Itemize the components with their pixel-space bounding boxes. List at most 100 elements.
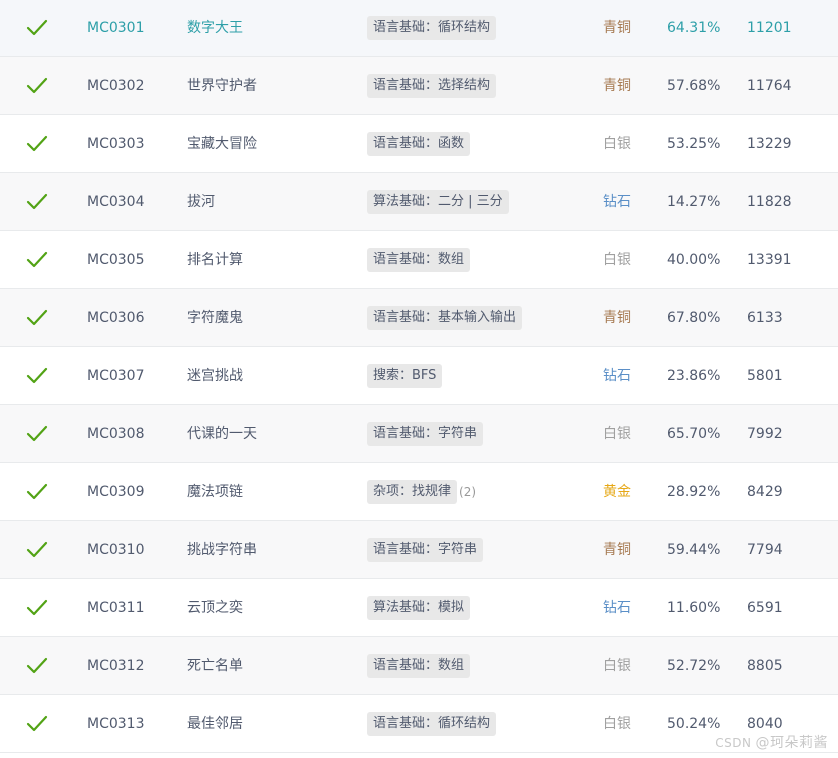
difficulty-level: 青铜 bbox=[603, 310, 631, 326]
problem-title[interactable]: 宝藏大冒险 bbox=[187, 115, 257, 173]
problem-id[interactable]: MC0304 bbox=[87, 173, 144, 231]
problem-tag[interactable]: 语言基础：字符串 bbox=[367, 422, 484, 446]
checkmark-icon bbox=[26, 483, 48, 500]
table-row[interactable]: MC0307 迷宫挑战 搜索：BFS 钻石 23.86% 5801 bbox=[0, 347, 838, 405]
problem-tag[interactable]: 杂项：找规律 bbox=[367, 480, 458, 504]
problem-tag-cell: 语言基础：基本输入输出 bbox=[367, 289, 523, 347]
problem-tag[interactable]: 语言基础：数组 bbox=[367, 248, 471, 272]
pass-rate: 67.80% bbox=[667, 310, 721, 326]
difficulty-level: 钻石 bbox=[603, 368, 631, 384]
problem-tag[interactable]: 语言基础：字符串 bbox=[367, 538, 484, 562]
table-row[interactable]: MC0311 云顶之奕 算法基础：模拟 钻石 11.60% 6591 bbox=[0, 579, 838, 637]
solved-status bbox=[26, 289, 50, 347]
solved-status bbox=[26, 173, 50, 231]
difficulty-level: 白银 bbox=[603, 426, 631, 442]
submission-count: 8429 bbox=[747, 484, 783, 500]
problem-id[interactable]: MC0309 bbox=[87, 463, 144, 521]
table-row[interactable]: MC0309 魔法项链 杂项：找规律 (2) 黄金 28.92% 8429 bbox=[0, 463, 838, 521]
submission-count: 11828 bbox=[747, 194, 792, 210]
problem-title[interactable]: 魔法项链 bbox=[187, 463, 243, 521]
problem-tag-cell: 算法基础：模拟 bbox=[367, 579, 471, 637]
checkmark-icon bbox=[26, 193, 48, 210]
difficulty-level: 钻石 bbox=[603, 194, 631, 210]
problem-tag[interactable]: 语言基础：数组 bbox=[367, 654, 471, 678]
checkmark-icon bbox=[26, 309, 48, 326]
problem-title[interactable]: 最佳邻居 bbox=[187, 695, 243, 753]
problem-tag-cell: 杂项：找规律 (2) bbox=[367, 463, 476, 521]
pass-rate: 65.70% bbox=[667, 426, 721, 442]
checkmark-icon bbox=[26, 367, 48, 384]
pass-rate: 53.25% bbox=[667, 136, 721, 152]
solved-status bbox=[26, 115, 50, 173]
problem-tag[interactable]: 语言基础：选择结构 bbox=[367, 74, 497, 98]
pass-rate: 52.72% bbox=[667, 658, 721, 674]
pass-rate: 11.60% bbox=[667, 600, 721, 616]
checkmark-icon bbox=[26, 77, 48, 94]
solved-status bbox=[26, 695, 50, 753]
problem-title[interactable]: 世界守护者 bbox=[187, 57, 257, 115]
problem-id[interactable]: MC0308 bbox=[87, 405, 144, 463]
table-row[interactable]: MC0310 挑战字符串 语言基础：字符串 青铜 59.44% 7794 bbox=[0, 521, 838, 579]
table-row[interactable]: MC0308 代课的一天 语言基础：字符串 白银 65.70% 7992 bbox=[0, 405, 838, 463]
problem-id[interactable]: MC0303 bbox=[87, 115, 144, 173]
problem-id[interactable]: MC0312 bbox=[87, 637, 144, 695]
problem-id[interactable]: MC0306 bbox=[87, 289, 144, 347]
problem-tag[interactable]: 算法基础：二分 | 三分 bbox=[367, 190, 509, 214]
table-row[interactable]: MC0302 世界守护者 语言基础：选择结构 青铜 57.68% 11764 bbox=[0, 57, 838, 115]
problem-id[interactable]: MC0313 bbox=[87, 695, 144, 753]
table-row[interactable]: MC0303 宝藏大冒险 语言基础：函数 白银 53.25% 13229 bbox=[0, 115, 838, 173]
problem-tag[interactable]: 搜索：BFS bbox=[367, 364, 443, 388]
checkmark-icon bbox=[26, 599, 48, 616]
tag-more-count[interactable]: (2) bbox=[459, 485, 476, 499]
problem-id[interactable]: MC0311 bbox=[87, 579, 144, 637]
watermark-author: @珂朵莉酱 bbox=[755, 735, 828, 751]
problem-id[interactable]: MC0310 bbox=[87, 521, 144, 579]
problem-tag-cell: 搜索：BFS bbox=[367, 347, 443, 405]
problem-title[interactable]: 数字大王 bbox=[187, 0, 243, 57]
problem-title[interactable]: 死亡名单 bbox=[187, 637, 243, 695]
problem-tag[interactable]: 语言基础：基本输入输出 bbox=[367, 306, 523, 330]
submission-count: 7992 bbox=[747, 426, 783, 442]
solved-status bbox=[26, 521, 50, 579]
problem-id[interactable]: MC0301 bbox=[87, 0, 144, 57]
problem-title[interactable]: 字符魔鬼 bbox=[187, 289, 243, 347]
problem-id[interactable]: MC0305 bbox=[87, 231, 144, 289]
problem-title[interactable]: 拔河 bbox=[187, 173, 215, 231]
pass-rate: 14.27% bbox=[667, 194, 721, 210]
pass-rate: 40.00% bbox=[667, 252, 721, 268]
difficulty-level: 白银 bbox=[603, 658, 631, 674]
watermark: CSDN @珂朵莉酱 bbox=[715, 732, 828, 752]
problem-tag[interactable]: 语言基础：函数 bbox=[367, 132, 471, 156]
difficulty-level: 青铜 bbox=[603, 542, 631, 558]
submission-count: 13391 bbox=[747, 252, 792, 268]
table-row[interactable]: MC0313 最佳邻居 语言基础：循环结构 白银 50.24% 8040 bbox=[0, 695, 838, 753]
solved-status bbox=[26, 347, 50, 405]
problem-id[interactable]: MC0307 bbox=[87, 347, 144, 405]
problem-table: MC0301 数字大王 语言基础：循环结构 青铜 64.31% 11201 MC0302 世界… bbox=[0, 0, 838, 758]
problem-tag[interactable]: 算法基础：模拟 bbox=[367, 596, 471, 620]
difficulty-level: 钻石 bbox=[603, 600, 631, 616]
checkmark-icon bbox=[26, 425, 48, 442]
problem-tag-cell: 语言基础：字符串 bbox=[367, 405, 484, 463]
solved-status bbox=[26, 579, 50, 637]
problem-title[interactable]: 挑战字符串 bbox=[187, 521, 257, 579]
submission-count: 6591 bbox=[747, 600, 783, 616]
problem-id[interactable]: MC0302 bbox=[87, 57, 144, 115]
table-row[interactable]: MC0301 数字大王 语言基础：循环结构 青铜 64.31% 11201 bbox=[0, 0, 838, 57]
difficulty-level: 白银 bbox=[603, 252, 631, 268]
problem-tag[interactable]: 语言基础：循环结构 bbox=[367, 712, 497, 736]
problem-title[interactable]: 代课的一天 bbox=[187, 405, 257, 463]
problem-tag[interactable]: 语言基础：循环结构 bbox=[367, 16, 497, 40]
problem-title[interactable]: 云顶之奕 bbox=[187, 579, 243, 637]
table-row[interactable]: MC0306 字符魔鬼 语言基础：基本输入输出 青铜 67.80% 6133 bbox=[0, 289, 838, 347]
table-row[interactable]: MC0312 死亡名单 语言基础：数组 白银 52.72% 8805 bbox=[0, 637, 838, 695]
problem-tag-cell: 语言基础：字符串 bbox=[367, 521, 484, 579]
table-row[interactable]: MC0305 排名计算 语言基础：数组 白银 40.00% 13391 bbox=[0, 231, 838, 289]
table-row[interactable]: MC0304 拔河 算法基础：二分 | 三分 钻石 14.27% 11828 bbox=[0, 173, 838, 231]
difficulty-level: 青铜 bbox=[603, 20, 631, 36]
problem-tag-cell: 语言基础：循环结构 bbox=[367, 0, 497, 57]
watermark-brand: CSDN bbox=[715, 736, 752, 750]
problem-title[interactable]: 迷宫挑战 bbox=[187, 347, 243, 405]
problem-title[interactable]: 排名计算 bbox=[187, 231, 243, 289]
submission-count: 6133 bbox=[747, 310, 783, 326]
